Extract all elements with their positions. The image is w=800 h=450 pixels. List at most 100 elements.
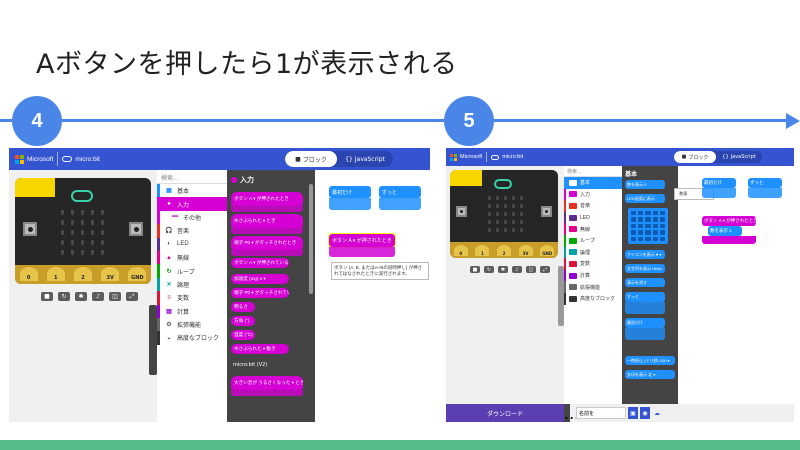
flyout-block-6[interactable]: 明るさ [231,302,255,312]
tab-blocks[interactable]: ■ ブロック [285,151,337,167]
stop-icon[interactable]: ■ [470,266,480,273]
block-on-button-pressed[interactable]: ボタン A ▾ が押されたとき [328,233,396,248]
pin-3[interactable]: 3V [518,244,533,256]
stop-icon[interactable]: ■ [41,292,53,301]
flyout-block-8[interactable]: 矢印を表示 北 ▾ [625,370,675,379]
restart-icon[interactable]: ↻ [484,266,494,273]
led-cell[interactable] [652,223,658,229]
led-cell[interactable] [631,223,637,229]
flyout-scrollbar[interactable] [309,184,313,294]
led-cell[interactable] [631,230,637,235]
category-9[interactable]: 拡張機能 [564,281,622,293]
flyout-block-9[interactable]: ゆさぶられた ▾ 動き [231,344,289,354]
flyout-block-0[interactable]: 数を表示 0 [625,180,665,189]
pin-2[interactable]: 2 [73,267,92,282]
flyout-block-7[interactable]: 方角 (°) [231,316,255,326]
debug-icon[interactable]: ✱ [75,292,87,301]
led-cell[interactable] [631,217,637,222]
flyout-block-11[interactable]: 大きい音が うるさくなった ▾ とき [231,376,303,390]
save-icon[interactable]: ▣ [628,407,638,419]
led-cell[interactable] [645,223,651,229]
led-cell[interactable] [652,211,658,216]
category-0[interactable]: 基本 [564,177,622,189]
pin-0[interactable]: 0 [453,244,468,256]
led-cell[interactable] [638,223,644,229]
block-show-number[interactable]: 数を表示 1 [708,226,742,236]
pin-4[interactable]: GND [540,244,555,256]
download-button[interactable]: ダウンロード [446,404,564,422]
category-2[interactable]: ••• その他 [157,210,227,225]
block-forever[interactable]: ずっと [748,178,782,188]
button-b[interactable] [129,222,143,236]
block-forever[interactable]: ずっと [379,186,421,198]
screenshot-icon[interactable]: ◫ [109,292,121,301]
microbit-board[interactable]: 0 1 2 3V GND [15,178,151,284]
block-on-start[interactable]: 最初だけ [329,186,371,198]
led-cell[interactable] [652,230,658,235]
button-b[interactable] [541,206,552,217]
category-7[interactable]: ✕ 論理 [157,277,227,292]
led-cell[interactable] [638,217,644,222]
button-a[interactable] [23,222,37,236]
category-10[interactable]: 高度なブロック [564,292,622,305]
category-7[interactable]: 変数 [564,258,622,270]
pin-0[interactable]: 0 [19,267,38,282]
search-input[interactable]: 検索... [564,166,622,177]
github-icon[interactable]: ◉ [640,407,650,419]
tab-javascript[interactable]: {} JavaScript [716,151,762,163]
category-6[interactable]: ↻ ループ [157,264,227,278]
flyout-block-1[interactable]: ゆさぶられた ▾ とき [231,214,303,228]
flyout-block-4[interactable]: 加速度 (mg) x ▾ [231,274,289,284]
led-cell[interactable] [652,217,658,222]
flyout-block-2[interactable]: 端子 P0 ▾ がタッチされたとき [231,236,303,250]
category-0[interactable]: ▦ 基本 [157,184,227,198]
category-3[interactable]: 🎧 音楽 [157,224,227,238]
led-cell[interactable] [638,230,644,235]
flyout-block-3[interactable]: 文字列を表示 Hello! [625,264,665,273]
led-cell[interactable] [631,236,637,241]
pin-1[interactable]: 1 [46,267,65,282]
led-cell[interactable] [645,217,651,222]
led-cell[interactable] [659,217,665,222]
led-cell[interactable] [645,230,651,235]
category-2[interactable]: 音楽 [564,200,622,212]
flyout-block-6[interactable]: 最初だけ [625,318,665,328]
pin-1[interactable]: 1 [475,244,490,256]
led-cell[interactable] [645,211,651,216]
mute-icon[interactable]: ♪ [512,266,522,273]
tab-javascript[interactable]: {} JavaScript [337,151,393,167]
led-cell[interactable] [645,236,651,241]
block-on-button-pressed[interactable]: ボタン A ▾ が押されたとき [702,216,756,226]
collapse-handle[interactable] [149,305,157,375]
screenshot-icon[interactable]: ◫ [526,266,536,273]
flyout-block-5[interactable]: 端子 P0 ▾ がタッチされている [231,288,289,298]
category-10[interactable]: ⚙ 拡張機能 [157,317,227,332]
category-4[interactable]: ◐ LED [157,237,227,251]
flyout-block-5[interactable]: ずっと [625,292,665,302]
debug-icon[interactable]: ✱ [498,266,508,273]
flyout-block-8[interactable]: 温度 (°C) [231,330,255,340]
category-4[interactable]: 無線 [564,223,622,235]
fullscreen-icon[interactable]: ⤢ [126,292,138,301]
mute-icon[interactable]: ♪ [92,292,104,301]
category-8[interactable]: ≡ 変数 [157,291,227,305]
pin-3[interactable]: 3V [101,267,120,282]
category-8[interactable]: 計算 [564,269,622,282]
project-name-input[interactable]: 名前を [576,407,626,419]
category-5[interactable]: ループ [564,234,622,247]
restart-icon[interactable]: ↻ [58,292,70,301]
pin-2[interactable]: 2 [496,244,511,256]
category-6[interactable]: 論理 [564,246,622,259]
led-cell[interactable] [638,211,644,216]
led-cell[interactable] [659,223,665,229]
flyout-block-1[interactable]: LED画面に表示 [625,194,665,203]
led-grid-block[interactable] [628,208,668,244]
category-1[interactable]: ● 入力 [157,197,227,211]
led-cell[interactable] [659,211,665,216]
category-1[interactable]: 入力 [564,188,622,201]
tab-blocks[interactable]: ■ ブロック [674,151,716,163]
category-3[interactable]: LED [564,211,622,224]
flyout-block-4[interactable]: 表示を消す [625,278,665,287]
led-cell[interactable] [631,211,637,216]
led-cell[interactable] [652,236,658,241]
